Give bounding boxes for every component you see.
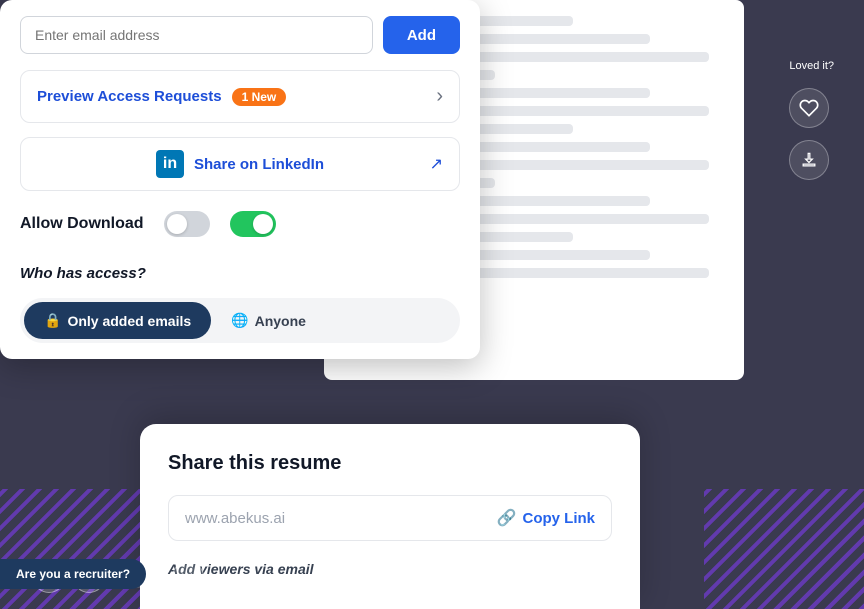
add-button[interactable]: Add <box>383 16 460 54</box>
download-button[interactable] <box>789 140 829 180</box>
linkedin-icon: in <box>156 150 184 178</box>
who-has-access-label: Who has access? <box>20 265 460 282</box>
anyone-button[interactable]: 🌐 Anyone <box>211 302 326 339</box>
globe-icon: 🌐 <box>231 312 248 329</box>
access-options: 🔒 Only added emails 🌐 Anyone <box>20 298 460 343</box>
external-link-icon: ↗ <box>430 154 443 174</box>
add-viewers-label: Add viewers via email <box>168 561 612 577</box>
allow-download-label: Allow Download <box>20 215 144 233</box>
recruiter-banner[interactable]: Are you a recruiter? <box>0 559 146 589</box>
toggle-knob-on <box>253 214 273 234</box>
chevron-right-icon: › <box>436 85 443 108</box>
copy-link-row: www.abekus.ai 🔗 Copy Link <box>168 495 612 541</box>
allow-download-toggle-off[interactable] <box>164 211 210 237</box>
share-modal-bottom: Share this resume www.abekus.ai 🔗 Copy L… <box>140 424 640 609</box>
download-icon <box>799 150 819 170</box>
link-icon: 🔗 <box>497 508 517 528</box>
preview-row-left: Preview Access Requests 1 New <box>37 88 286 106</box>
heart-button[interactable] <box>789 88 829 128</box>
chevron-down-icon <box>181 570 195 584</box>
preview-access-row[interactable]: Preview Access Requests 1 New › <box>20 70 460 123</box>
right-panel: Loved it? <box>789 60 834 180</box>
allow-download-row: Allow Download <box>20 211 460 237</box>
url-text: www.abekus.ai <box>185 510 497 527</box>
share-card-top: Add Preview Access Requests 1 New › in S… <box>0 0 480 359</box>
email-input[interactable] <box>20 16 373 54</box>
copy-link-label: Copy Link <box>522 510 595 527</box>
email-row: Add <box>20 16 460 54</box>
copy-link-button[interactable]: 🔗 Copy Link <box>497 508 595 528</box>
allow-download-toggle-on[interactable] <box>230 211 276 237</box>
heart-icon <box>799 98 819 118</box>
anyone-label: Anyone <box>255 313 306 329</box>
loved-it-label: Loved it? <box>789 60 834 72</box>
next-page-button[interactable] <box>172 561 204 593</box>
preview-access-label: Preview Access Requests <box>37 88 222 105</box>
toggle-knob-off <box>167 214 187 234</box>
only-added-emails-label: Only added emails <box>67 313 191 329</box>
modal-title: Share this resume <box>168 452 612 475</box>
linkedin-row[interactable]: in Share on LinkedIn ↗ <box>20 137 460 191</box>
new-badge: 1 New <box>232 88 287 106</box>
only-added-emails-button[interactable]: 🔒 Only added emails <box>24 302 211 339</box>
linkedin-label: Share on LinkedIn <box>194 156 324 173</box>
purple-stripes-right <box>704 489 864 609</box>
lock-icon: 🔒 <box>44 312 61 329</box>
